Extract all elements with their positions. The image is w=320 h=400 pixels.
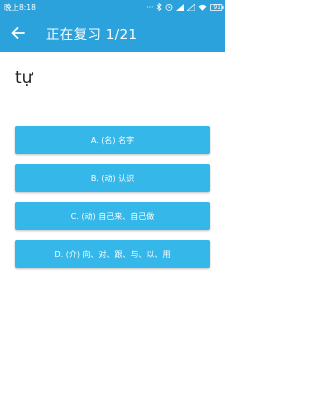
status-time: 晚上8:18 — [4, 2, 36, 12]
review-word: tự — [15, 68, 33, 88]
back-button[interactable] — [0, 14, 36, 52]
arrow-left-icon — [11, 27, 25, 39]
wifi-icon — [198, 4, 207, 11]
page-title: 正在复习 1/21 — [46, 27, 138, 43]
app-bar: 正在复习 1/21 — [0, 14, 225, 52]
more-dots-icon: ··· — [146, 2, 154, 12]
signal-icon — [176, 3, 185, 11]
signal-icon-2 — [187, 3, 196, 11]
option-b-button[interactable]: B. (动) 认识 — [15, 164, 210, 192]
alarm-icon — [165, 3, 173, 11]
answer-options: A. (名) 名字 B. (动) 认识 C. (动) 自己来、自己做 D. (介… — [15, 126, 210, 278]
bluetooth-icon — [156, 3, 162, 11]
status-bar: 晚上8:18 ··· 91 — [0, 0, 225, 14]
battery-level: 91 — [213, 3, 221, 11]
status-icons: ··· 91 — [146, 2, 224, 12]
option-a-button[interactable]: A. (名) 名字 — [15, 126, 210, 154]
option-d-button[interactable]: D. (介) 向、对、跟、与、以、用 — [15, 240, 210, 268]
option-c-button[interactable]: C. (动) 自己来、自己做 — [15, 202, 210, 230]
